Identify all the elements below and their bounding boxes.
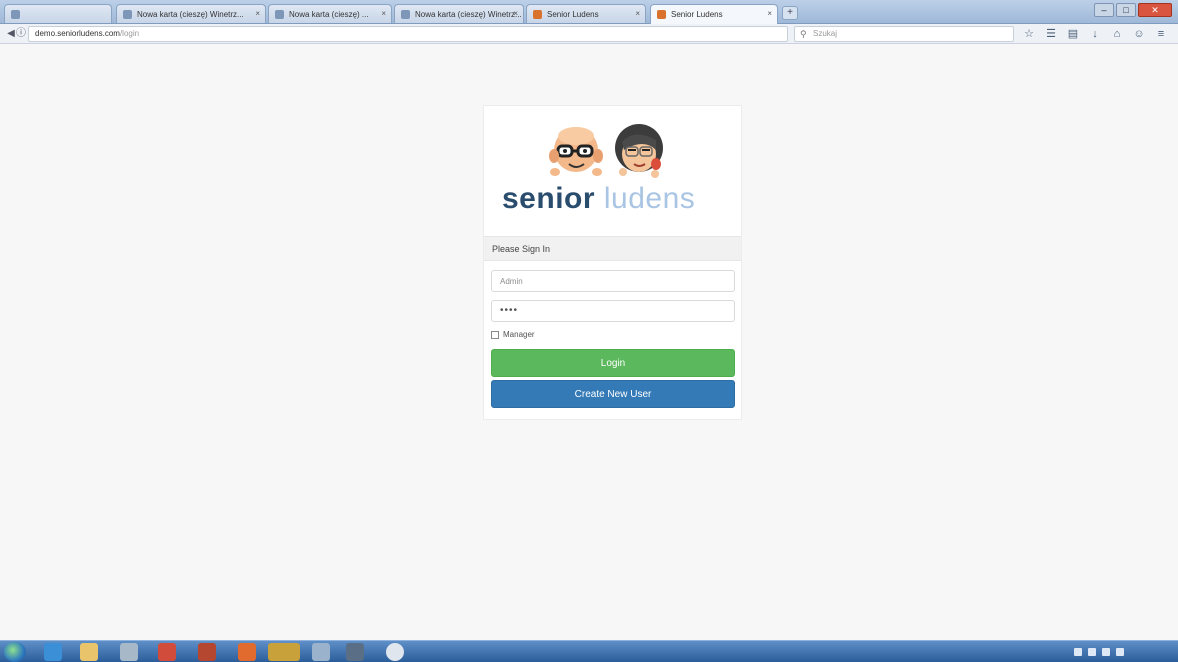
tab-label: Senior Ludens	[671, 10, 723, 19]
tray-icon[interactable]	[1088, 648, 1096, 656]
app-icon[interactable]	[312, 643, 330, 661]
manager-checkbox[interactable]	[491, 330, 499, 339]
panel-heading: Please Sign In	[484, 236, 741, 261]
site-info-icon[interactable]: ⓘ	[14, 27, 28, 41]
address-bar[interactable]: demo.seniorludens.com/login	[28, 26, 788, 42]
tab-favicon-icon	[657, 10, 666, 19]
app-icon[interactable]	[346, 643, 364, 661]
toolbar-icons: ☆ ☰ ▤ ↓ ⌂ ☺ ≡	[1022, 27, 1168, 41]
tab-label: Nowa karta (cieszę) Winetrz...	[415, 10, 522, 19]
tab-label: Senior Ludens	[547, 10, 599, 19]
folder-icon[interactable]	[80, 643, 98, 661]
tab-close-icon[interactable]: ×	[513, 9, 518, 18]
browser-tab[interactable]: Nowa karta (cieszę) Winetrz... ×	[394, 4, 524, 23]
library-icon[interactable]: ▤	[1066, 27, 1080, 41]
create-new-user-button[interactable]: Create New User	[491, 380, 735, 408]
tab-favicon-icon	[533, 10, 542, 19]
url-path: /login	[119, 29, 140, 38]
os-taskbar	[0, 640, 1178, 662]
app-icon[interactable]	[198, 643, 216, 661]
menu-icon[interactable]: ≡	[1154, 27, 1168, 41]
brand-bold: senior	[502, 182, 596, 215]
search-placeholder: Szukaj	[813, 29, 838, 38]
tab-favicon-icon	[123, 10, 132, 19]
tab-close-icon[interactable]: ×	[635, 9, 640, 18]
app-icon[interactable]	[386, 643, 404, 661]
browser-tab[interactable]: Nowa karta (cieszę) Winetrz... ×	[116, 4, 266, 23]
tab-favicon-icon	[401, 10, 410, 19]
start-button-icon[interactable]	[4, 642, 26, 662]
username-input[interactable]	[491, 270, 735, 292]
close-window-icon[interactable]: ✕	[1138, 3, 1172, 17]
browser-nav-bar: ◀ ⓘ demo.seniorludens.com/login ⚲ Szukaj…	[0, 24, 1178, 44]
senior-characters-icon	[549, 124, 663, 178]
search-bar[interactable]: ⚲ Szukaj	[794, 26, 1014, 42]
window-controls: – □ ✕	[1094, 3, 1172, 17]
tab-favicon-icon	[275, 10, 284, 19]
chrome-icon[interactable]	[158, 643, 176, 661]
brand-light: ludens	[603, 182, 696, 215]
sync-icon[interactable]: ☺	[1132, 27, 1146, 41]
browser-tab-strip: Nowa karta (cieszę) Winetrz... × Nowa ka…	[0, 0, 1178, 24]
firefox-icon[interactable]	[238, 643, 256, 661]
password-input[interactable]: ••••	[491, 300, 735, 322]
tray-icon[interactable]	[1074, 648, 1082, 656]
media-icon[interactable]	[120, 643, 138, 661]
logo: senior ludens	[484, 106, 741, 236]
tab-close-icon[interactable]: ×	[381, 9, 386, 18]
tab-close-icon[interactable]: ×	[767, 9, 772, 18]
minimize-icon[interactable]: –	[1094, 3, 1114, 17]
tab-label: Nowa karta (cieszę) Winetrz...	[137, 10, 244, 19]
ie-icon[interactable]	[44, 643, 62, 661]
home-icon[interactable]: ⌂	[1110, 27, 1124, 41]
tab-label: Nowa karta (cieszę) ...	[289, 10, 369, 19]
reading-list-icon[interactable]: ☰	[1044, 27, 1058, 41]
app-icon[interactable]	[268, 643, 300, 661]
browser-tab-active[interactable]: Senior Ludens ×	[650, 4, 778, 24]
maximize-icon[interactable]: □	[1116, 3, 1136, 17]
browser-tab[interactable]: Senior Ludens ×	[526, 4, 646, 23]
volume-icon[interactable]	[1116, 648, 1124, 656]
network-icon[interactable]	[1102, 648, 1110, 656]
search-icon: ⚲	[800, 29, 807, 39]
download-icon[interactable]: ↓	[1088, 27, 1102, 41]
bookmark-star-icon[interactable]: ☆	[1022, 27, 1036, 41]
login-panel: senior ludens Please Sign In •••• Manage…	[483, 105, 742, 420]
tab-favicon-icon	[11, 10, 20, 19]
tab-close-icon[interactable]: ×	[255, 9, 260, 18]
url-host: demo.seniorludens.com	[35, 29, 120, 38]
manager-label: Manager	[503, 330, 535, 339]
brand-wordmark: senior ludens	[502, 182, 695, 216]
system-tray	[1074, 643, 1174, 661]
manager-checkbox-row[interactable]: Manager	[491, 330, 535, 339]
new-tab-button[interactable]: +	[782, 6, 798, 20]
browser-tab[interactable]	[4, 4, 112, 23]
login-button[interactable]: Login	[491, 349, 735, 377]
browser-tab[interactable]: Nowa karta (cieszę) ... ×	[268, 4, 392, 23]
